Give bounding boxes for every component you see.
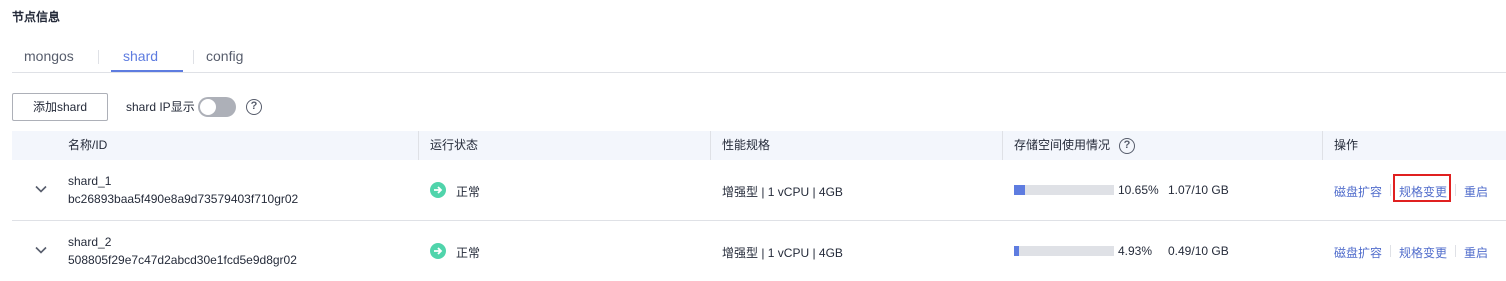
tab-mongos[interactable]: mongos	[24, 44, 74, 72]
status-ok-icon	[430, 243, 446, 259]
disk-expand-link[interactable]: 磁盘扩容	[1334, 183, 1382, 200]
tab-divider	[193, 50, 194, 64]
storage-usage-amount: 0.49/10 GB	[1168, 244, 1229, 258]
tab-shard[interactable]: shard	[123, 44, 158, 72]
column-separator	[710, 131, 711, 160]
highlight-box	[1393, 174, 1451, 202]
tab-config[interactable]: config	[206, 44, 243, 72]
column-header-spec: 性能规格	[722, 138, 771, 152]
help-icon[interactable]: ?	[1119, 138, 1135, 154]
status-ok-icon	[430, 182, 446, 198]
column-header-status: 运行状态	[430, 138, 479, 152]
chevron-down-icon[interactable]	[34, 182, 48, 196]
column-header-name: 名称/ID	[68, 138, 108, 152]
disk-expand-link[interactable]: 磁盘扩容	[1334, 244, 1382, 261]
restart-link[interactable]: 重启	[1464, 183, 1488, 200]
table-row: shard_1 bc26893baa5f490e8a9d73579403f710…	[12, 160, 1506, 221]
status-text: 正常	[456, 246, 481, 260]
column-separator	[418, 131, 419, 160]
section-title: 节点信息	[12, 10, 61, 24]
storage-usage-percent: 4.93%	[1118, 244, 1153, 258]
column-separator	[1002, 131, 1003, 160]
tab-bar: mongos shard config	[12, 44, 1506, 73]
spec-text: 增强型 | 1 vCPU | 4GB	[722, 246, 843, 260]
chevron-down-icon[interactable]	[34, 243, 48, 257]
spec-change-link[interactable]: 规格变更	[1399, 244, 1447, 261]
restart-link[interactable]: 重启	[1464, 244, 1488, 261]
table-row: shard_2 508805f29e7c47d2abcd30e1fcd5e9d8…	[12, 221, 1506, 281]
column-separator	[1322, 131, 1323, 160]
help-icon[interactable]: ?	[246, 99, 262, 115]
action-separator	[1455, 184, 1456, 196]
toggle-knob	[200, 99, 216, 115]
storage-usage-bar	[1014, 185, 1114, 195]
add-shard-button[interactable]: 添加shard	[12, 93, 108, 121]
active-tab-underline	[111, 70, 183, 72]
storage-usage-bar	[1014, 246, 1114, 256]
table-header: 名称/ID 运行状态 性能规格 存储空间使用情况 ? 操作	[12, 131, 1506, 160]
action-separator	[1455, 245, 1456, 257]
column-header-actions: 操作	[1334, 138, 1359, 152]
shard-id: bc26893baa5f490e8a9d73579403f710gr02	[68, 192, 299, 206]
shard-ip-toggle[interactable]	[198, 97, 236, 117]
storage-usage-percent: 10.65%	[1118, 183, 1159, 197]
shard-id: 508805f29e7c47d2abcd30e1fcd5e9d8gr02	[68, 253, 297, 267]
storage-usage-bar-fill	[1014, 246, 1019, 256]
spec-text: 增强型 | 1 vCPU | 4GB	[722, 185, 843, 199]
column-header-storage: 存储空间使用情况	[1014, 138, 1111, 152]
shard-name: shard_1	[68, 174, 112, 188]
storage-usage-amount: 1.07/10 GB	[1168, 183, 1229, 197]
tab-divider	[98, 50, 99, 64]
action-separator	[1390, 184, 1391, 196]
shard-ip-toggle-label: shard IP显示	[126, 100, 195, 114]
storage-usage-bar-fill	[1014, 185, 1025, 195]
shard-name: shard_2	[68, 235, 112, 249]
action-separator	[1390, 245, 1391, 257]
status-text: 正常	[456, 185, 481, 199]
